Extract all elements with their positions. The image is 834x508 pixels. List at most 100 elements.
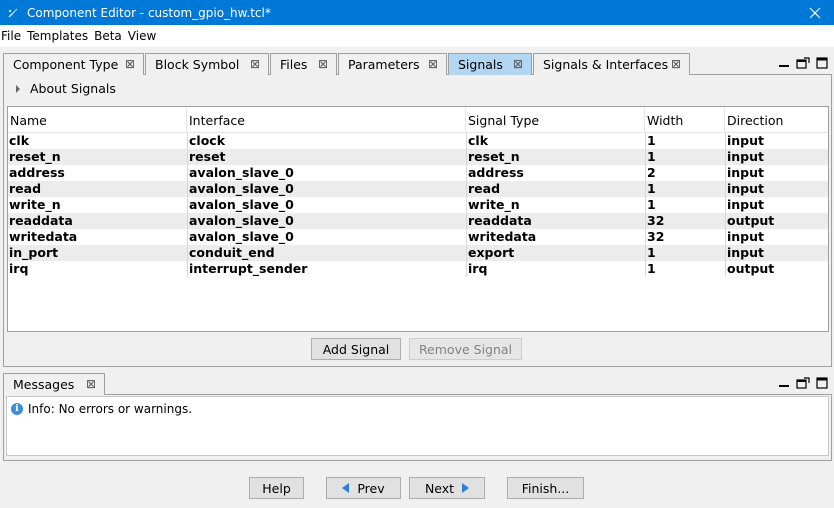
cell-name[interactable]: address [8, 165, 187, 181]
tab-label: Parameters [348, 57, 420, 72]
help-button[interactable]: Help [249, 477, 304, 499]
cell-direction[interactable]: output [725, 213, 828, 229]
finish-button[interactable]: Finish... [507, 477, 584, 499]
add-signal-button[interactable]: Add Signal [311, 338, 401, 360]
cell-signal-type[interactable]: address [466, 165, 645, 181]
tab-signals[interactable]: Signals ⊠ [448, 53, 532, 75]
cell-name[interactable]: clk [8, 133, 187, 149]
menu-file[interactable]: File [0, 29, 24, 43]
close-tab-icon[interactable]: ⊠ [250, 57, 260, 71]
cell-interface[interactable]: avalon_slave_0 [187, 181, 466, 197]
cell-direction[interactable]: input [725, 181, 828, 197]
close-tab-icon[interactable]: ⊠ [125, 57, 135, 71]
restore-panel-icon[interactable] [796, 57, 810, 72]
cell-direction[interactable]: input [725, 133, 828, 149]
table-row[interactable]: read avalon_slave_0 read 1 input [8, 181, 828, 197]
table-row[interactable]: clk clock clk 1 input [8, 133, 828, 149]
menu-templates[interactable]: Templates [26, 29, 91, 43]
cell-name[interactable]: reset_n [8, 149, 187, 165]
cell-width[interactable]: 1 [645, 149, 725, 165]
cell-name[interactable]: irq [8, 261, 187, 277]
cell-signal-type[interactable]: irq [466, 261, 645, 277]
cell-direction[interactable]: input [725, 149, 828, 165]
cell-direction[interactable]: input [725, 229, 828, 245]
cell-width[interactable]: 1 [645, 197, 725, 213]
cell-signal-type[interactable]: reset_n [466, 149, 645, 165]
column-header-direction[interactable]: Direction [725, 107, 828, 133]
close-tab-icon[interactable]: ⊠ [86, 377, 96, 391]
close-tab-icon[interactable]: ⊠ [318, 57, 328, 71]
menu-view[interactable]: View [127, 29, 159, 43]
tab-block-symbol[interactable]: Block Symbol ⊠ [145, 53, 269, 75]
cell-direction[interactable]: input [725, 197, 828, 213]
column-header-signal-type[interactable]: Signal Type [466, 107, 645, 133]
restore-panel-icon[interactable] [796, 377, 810, 392]
close-tab-icon[interactable]: ⊠ [513, 57, 523, 71]
cell-width[interactable]: 1 [645, 261, 725, 277]
messages-tab-bar: Messages ⊠ [3, 373, 832, 395]
cell-name[interactable]: write_n [8, 197, 187, 213]
tab-label: Block Symbol [155, 57, 240, 72]
cell-name[interactable]: writedata [8, 229, 187, 245]
next-label: Next [424, 480, 455, 496]
cell-signal-type[interactable]: export [466, 245, 645, 261]
cell-width[interactable]: 32 [645, 229, 725, 245]
about-signals-toggle[interactable]: About Signals [14, 81, 116, 96]
cell-interface[interactable]: reset [187, 149, 466, 165]
minimize-panel-icon[interactable] [778, 377, 790, 392]
cell-width[interactable]: 32 [645, 213, 725, 229]
table-row[interactable]: irq interrupt_sender irq 1 output [8, 261, 828, 277]
tab-parameters[interactable]: Parameters ⊠ [338, 53, 447, 75]
cell-direction[interactable]: input [725, 165, 828, 181]
cell-name[interactable]: readdata [8, 213, 187, 229]
cell-direction[interactable]: output [725, 261, 828, 277]
close-tab-icon[interactable]: ⊠ [671, 57, 681, 71]
tab-signals-interfaces[interactable]: Signals & Interfaces ⊠ [533, 53, 690, 75]
cell-interface[interactable]: conduit_end [187, 245, 466, 261]
cell-interface[interactable]: avalon_slave_0 [187, 165, 466, 181]
cell-interface[interactable]: clock [187, 133, 466, 149]
cell-name[interactable]: in_port [8, 245, 187, 261]
cell-width[interactable]: 1 [645, 133, 725, 149]
table-row[interactable]: reset_n reset reset_n 1 input [8, 149, 828, 165]
maximize-panel-icon[interactable] [816, 57, 828, 72]
cell-signal-type[interactable]: writedata [466, 229, 645, 245]
signals-table[interactable]: Name Interface Signal Type Width Directi… [7, 106, 829, 332]
cell-width[interactable]: 1 [645, 245, 725, 261]
panel-controls [778, 57, 828, 72]
menu-beta[interactable]: Beta [93, 29, 125, 43]
table-row[interactable]: readdata avalon_slave_0 readdata 32 output [8, 213, 828, 229]
cell-name[interactable]: read [8, 181, 187, 197]
maximize-panel-icon[interactable] [816, 377, 828, 392]
tab-messages[interactable]: Messages ⊠ [3, 373, 105, 395]
remove-signal-button[interactable]: Remove Signal [409, 338, 522, 360]
close-window-button[interactable] [800, 0, 830, 25]
table-row[interactable]: write_n avalon_slave_0 write_n 1 input [8, 197, 828, 213]
next-button[interactable]: Next [409, 477, 485, 499]
cell-signal-type[interactable]: clk [466, 133, 645, 149]
cell-signal-type[interactable]: read [466, 181, 645, 197]
cell-width[interactable]: 2 [645, 165, 725, 181]
prev-button[interactable]: Prev [326, 477, 401, 499]
table-row[interactable]: in_port conduit_end export 1 input [8, 245, 828, 261]
column-header-width[interactable]: Width [645, 107, 725, 133]
table-row[interactable]: address avalon_slave_0 address 2 input [8, 165, 828, 181]
cell-signal-type[interactable]: readdata [466, 213, 645, 229]
tab-files[interactable]: Files ⊠ [270, 53, 337, 75]
tab-label: Messages [13, 377, 75, 392]
column-header-name[interactable]: Name [8, 107, 187, 133]
cell-interface[interactable]: avalon_slave_0 [187, 197, 466, 213]
table-row[interactable]: writedata avalon_slave_0 writedata 32 input [8, 229, 828, 245]
close-tab-icon[interactable]: ⊠ [428, 57, 438, 71]
cell-interface[interactable]: interrupt_sender [187, 261, 466, 277]
column-header-interface[interactable]: Interface [187, 107, 466, 133]
cell-direction[interactable]: input [725, 245, 828, 261]
minimize-panel-icon[interactable] [778, 57, 790, 72]
messages-list[interactable]: i Info: No errors or warnings. [6, 396, 829, 456]
title-bar: Component Editor - custom_gpio_hw.tcl* [0, 0, 834, 25]
tab-component-type[interactable]: Component Type ⊠ [3, 53, 144, 75]
cell-interface[interactable]: avalon_slave_0 [187, 213, 466, 229]
cell-interface[interactable]: avalon_slave_0 [187, 229, 466, 245]
cell-width[interactable]: 1 [645, 181, 725, 197]
cell-signal-type[interactable]: write_n [466, 197, 645, 213]
